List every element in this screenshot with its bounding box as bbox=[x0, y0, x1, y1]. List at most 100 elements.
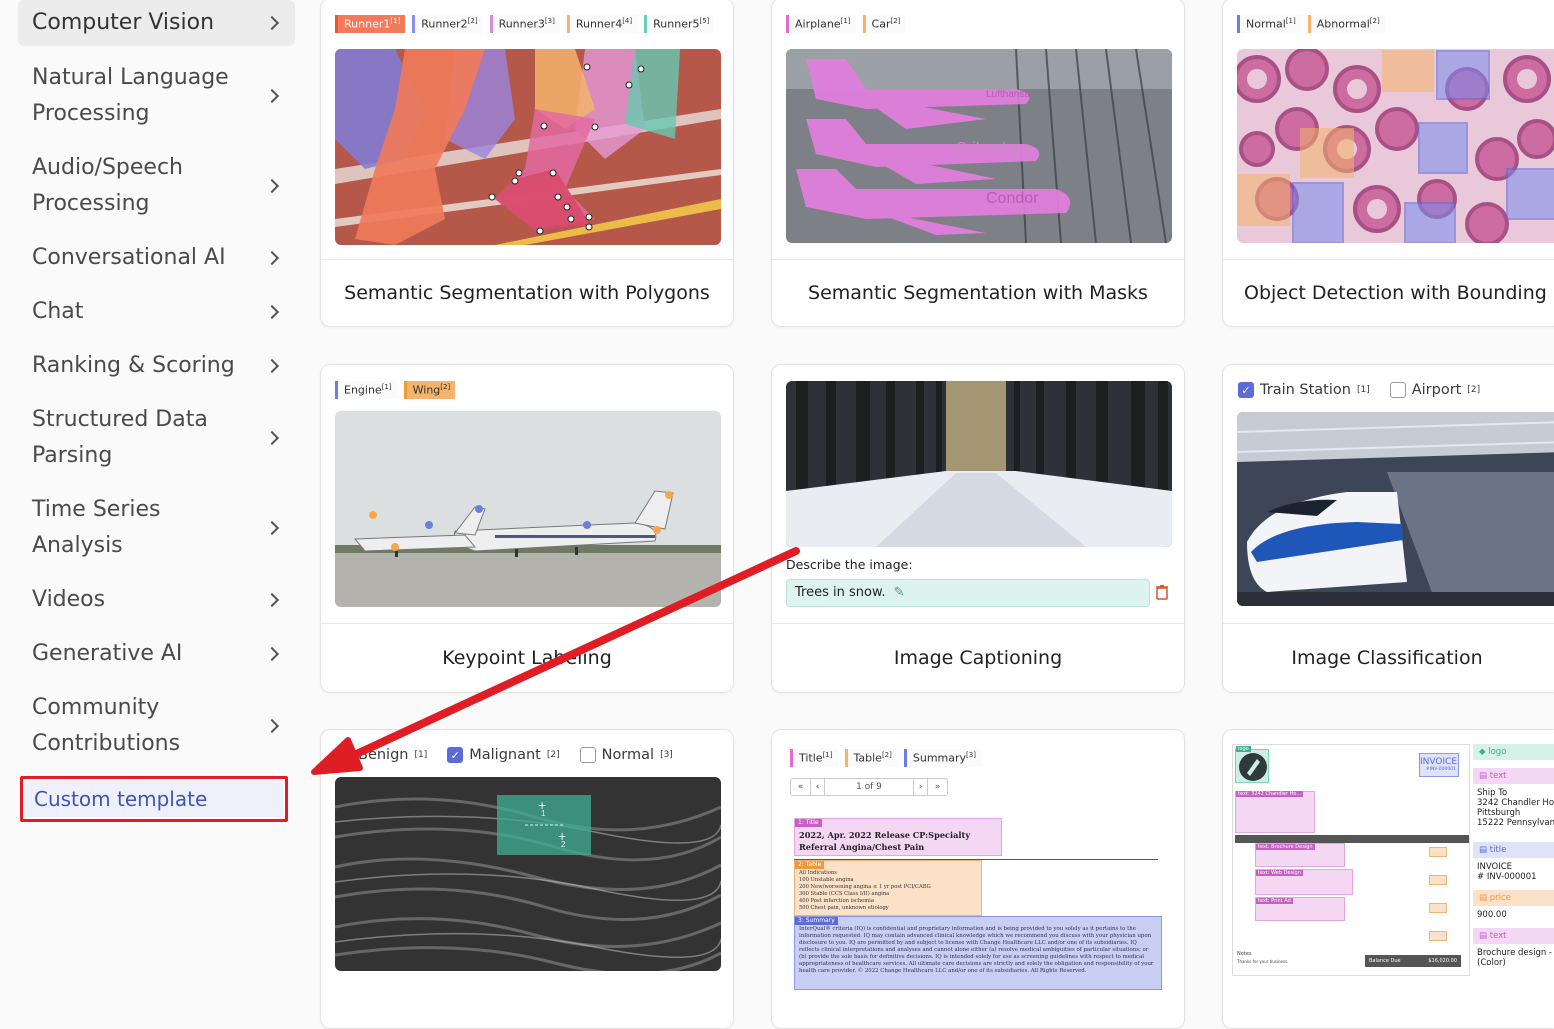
tag-hotkey: [3] bbox=[544, 17, 555, 25]
chevron-right-icon bbox=[264, 250, 280, 266]
region-label: 3: Summary bbox=[795, 917, 838, 925]
sidebar-item-label: Chat bbox=[32, 299, 84, 324]
invoice-price-region[interactable] bbox=[1429, 847, 1447, 857]
sidebar-item-conversational-ai[interactable]: Conversational AI bbox=[18, 238, 295, 278]
invoice-title-region[interactable]: INVOICE #INV-000001 bbox=[1419, 753, 1459, 777]
label-tag[interactable]: Runner3[3] bbox=[489, 15, 560, 33]
label-tag[interactable]: Title[1] bbox=[790, 749, 838, 767]
first-page-icon[interactable]: « bbox=[791, 779, 811, 795]
template-card-captioning[interactable]: Describe the image: Trees in snow. ✎ Ima… bbox=[771, 364, 1185, 693]
checkbox-checked-icon[interactable]: ✓ bbox=[336, 747, 352, 763]
last-page-icon[interactable]: » bbox=[927, 779, 947, 795]
sidebar-item-time-series[interactable]: Time Series Analysis bbox=[18, 490, 295, 566]
template-card-document[interactable]: Title[1] Table[2] Summary[3] « ‹ 1 of 9 … bbox=[771, 729, 1185, 1029]
doc-table-region[interactable]: 2: Table All Indications 100 Unstable an… bbox=[794, 860, 982, 916]
choice-benign[interactable]: ✓ Benign [1] bbox=[336, 747, 427, 763]
choice-airport[interactable]: Airport [2] bbox=[1389, 382, 1480, 398]
tag-hotkey: [1] bbox=[1285, 17, 1296, 25]
checkbox-icon[interactable] bbox=[1389, 382, 1406, 398]
template-card-object-detection[interactable]: Normal[1] Abnormal[2] Object Detection w… bbox=[1222, 0, 1554, 327]
sidebar-nav: Computer Vision Natural Language Process… bbox=[0, 0, 300, 1009]
result-label-text-1[interactable]: ▤ text bbox=[1473, 768, 1554, 784]
template-card-classification[interactable]: ✓ Train Station [1] Airport [2] Image Class… bbox=[1222, 364, 1554, 693]
label-tags: Runner1[1] Runner2[2] Runner3[3] Runner4… bbox=[335, 15, 715, 33]
invoice-price-region[interactable] bbox=[1429, 875, 1447, 885]
checkbox-checked-icon[interactable]: ✓ bbox=[447, 747, 464, 763]
ruler-marker: 2 bbox=[561, 840, 566, 849]
jets-image bbox=[335, 411, 721, 607]
sidebar-item-audio[interactable]: Audio/Speech Processing bbox=[18, 148, 295, 224]
trash-icon[interactable] bbox=[1155, 584, 1169, 600]
sidebar-item-community[interactable]: Community Contributions bbox=[18, 688, 295, 764]
next-page-icon[interactable]: › bbox=[913, 779, 927, 795]
invoice-logo-region[interactable]: logo bbox=[1235, 746, 1269, 783]
sidebar-item-custom-template[interactable]: Custom template bbox=[25, 781, 283, 817]
result-value: Brochure design - S (Color) bbox=[1477, 948, 1552, 968]
invoice-price-region[interactable] bbox=[1429, 931, 1447, 941]
invoice-address-region[interactable]: text: 3242 Chandler Ho... bbox=[1235, 791, 1315, 833]
plane-livery-text: Condor bbox=[986, 190, 1039, 207]
label-tags: Engine[1] Wing[2] bbox=[335, 381, 456, 399]
label-tag[interactable]: Runner5[5] bbox=[644, 15, 715, 33]
ruler-marker: 1 bbox=[541, 809, 546, 818]
doc-title-region[interactable]: 1: Title 2022, Apr. 2022 Release CP:Spec… bbox=[794, 818, 1002, 856]
label-tag[interactable]: Summary[3] bbox=[903, 749, 981, 767]
region-label: text: Brochure Design bbox=[1256, 844, 1315, 850]
invoice-line-region[interactable]: text: Print Ad bbox=[1255, 897, 1345, 921]
template-card-semantic-masks[interactable]: Airplane[1] Car[2] Lufthansa SriLankan C… bbox=[771, 0, 1185, 327]
label-tag[interactable]: Table[2] bbox=[844, 749, 897, 767]
sidebar-item-videos[interactable]: Videos bbox=[18, 580, 295, 620]
sidebar-item-structured-data[interactable]: Structured Data Parsing bbox=[18, 400, 295, 476]
choice-normal[interactable]: Normal [3] bbox=[579, 747, 673, 763]
tag-text: Summary bbox=[912, 751, 967, 765]
template-card-title: Image Classification bbox=[1223, 623, 1554, 692]
checkbox-icon[interactable] bbox=[579, 747, 596, 763]
sidebar-item-label: Structured Data Parsing bbox=[32, 407, 208, 468]
caption-prompt: Describe the image: bbox=[786, 557, 913, 572]
label-tag[interactable]: Engine[1] bbox=[335, 381, 397, 399]
result-label-price[interactable]: ▤ price bbox=[1473, 890, 1554, 906]
tag-hotkey: [2] bbox=[467, 17, 478, 25]
choice-train-station[interactable]: ✓ Train Station [1] bbox=[1238, 382, 1370, 398]
choice-malignant[interactable]: ✓ Malignant [2] bbox=[447, 747, 560, 763]
sidebar-item-computer-vision[interactable]: Computer Vision bbox=[18, 0, 295, 46]
label-tag[interactable]: Runner2[2] bbox=[412, 15, 483, 33]
template-card-keypoint[interactable]: Engine[1] Wing[2] Keypoint Labeling bbox=[320, 364, 734, 693]
tag-hotkey: [2] bbox=[1369, 17, 1380, 25]
blood-cells-image bbox=[1237, 49, 1554, 243]
tag-hotkey: [1] bbox=[822, 751, 833, 759]
checkbox-checked-icon[interactable]: ✓ bbox=[1238, 382, 1254, 398]
prev-page-icon[interactable]: ‹ bbox=[811, 779, 825, 795]
result-label-text-2[interactable]: ▤ text bbox=[1473, 928, 1554, 944]
sidebar-item-chat[interactable]: Chat bbox=[18, 292, 295, 332]
template-card-medical-classification[interactable]: ✓ Benign [1] ✓ Malignant [2] Normal [3] + + 1… bbox=[320, 729, 734, 1029]
doc-summary-region[interactable]: 3: Summary InterQual® criteria (IQ) is c… bbox=[794, 916, 1162, 990]
invoice-document: logo INVOICE #INV-000001 text: 3242 Chan… bbox=[1232, 744, 1470, 976]
label-tag[interactable]: Runner1[1] bbox=[335, 15, 406, 33]
doc-table-line: 300 Stable (CCS Class I/II) angina bbox=[799, 891, 890, 897]
invoice-line-region[interactable]: text: Brochure Design bbox=[1255, 843, 1345, 867]
template-card-semantic-polygons[interactable]: Runner1[1] Runner2[2] Runner3[3] Runner4… bbox=[320, 0, 734, 327]
label-tag[interactable]: Normal[1] bbox=[1237, 15, 1301, 33]
sidebar-item-ranking[interactable]: Ranking & Scoring bbox=[18, 346, 295, 386]
label-tag[interactable]: Car[2] bbox=[862, 15, 906, 33]
label-tag[interactable]: Airplane[1] bbox=[786, 15, 856, 33]
sidebar-item-nlp[interactable]: Natural Language Processing bbox=[18, 58, 295, 134]
template-card-invoice[interactable]: logo INVOICE #INV-000001 text: 3242 Chan… bbox=[1222, 729, 1554, 1029]
result-label-logo[interactable]: ◆ logo bbox=[1473, 744, 1554, 760]
invoice-price-region[interactable] bbox=[1429, 903, 1447, 913]
choice-label: Benign bbox=[358, 747, 409, 763]
pencil-icon[interactable]: ✎ bbox=[894, 585, 905, 600]
label-tag[interactable]: Wing[2] bbox=[403, 381, 456, 399]
caption-input[interactable]: Trees in snow. ✎ bbox=[786, 579, 1150, 607]
label-tags: Airplane[1] Car[2] bbox=[786, 15, 906, 33]
label-tag[interactable]: Runner4[4] bbox=[566, 15, 638, 33]
tag-hotkey: [3] bbox=[966, 751, 976, 759]
sidebar-item-generative-ai[interactable]: Generative AI bbox=[18, 634, 295, 674]
result-label-title[interactable]: ▤ title bbox=[1473, 842, 1554, 858]
chevron-right-icon bbox=[264, 646, 280, 662]
label-tag[interactable]: Abnormal[2] bbox=[1307, 15, 1385, 33]
invoice-line-region[interactable]: text: Web Design bbox=[1255, 869, 1353, 895]
ultrasound-image: + + 1 2 bbox=[335, 777, 721, 971]
airplanes-image: Lufthansa SriLankan Condor bbox=[786, 49, 1172, 243]
